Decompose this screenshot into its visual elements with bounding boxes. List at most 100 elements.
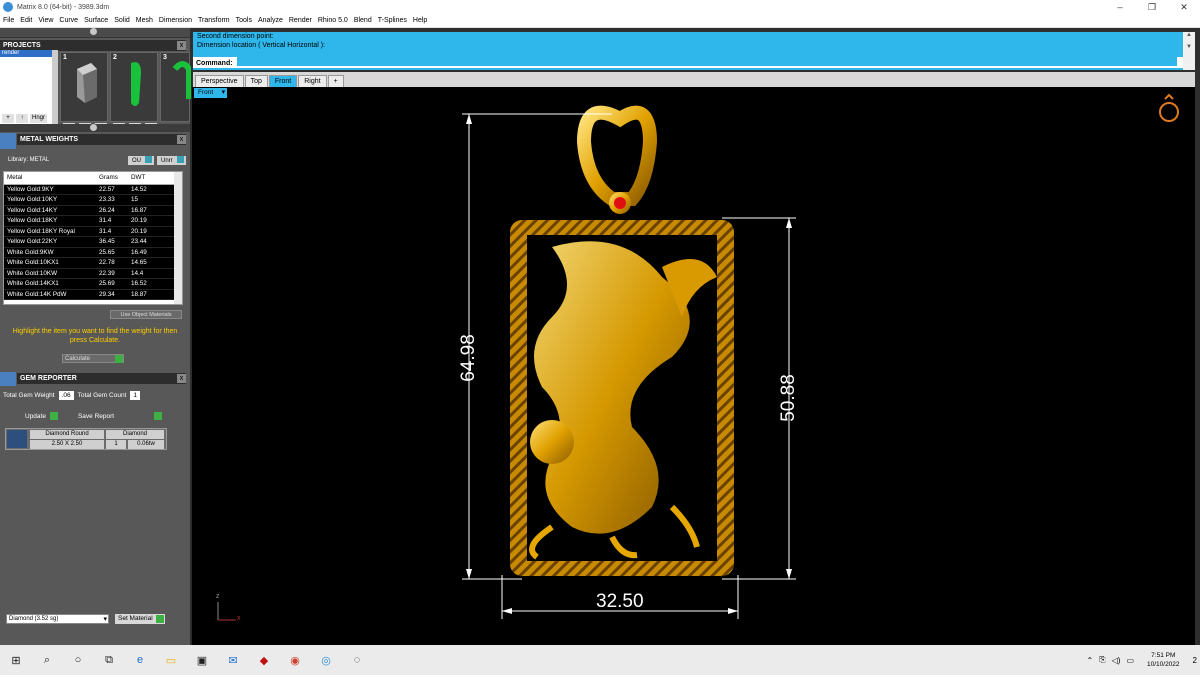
collapse-knob[interactable] <box>90 28 97 35</box>
ou-button[interactable]: OU <box>128 156 154 165</box>
menu-view[interactable]: View <box>38 17 53 24</box>
project-list-scrollbar[interactable] <box>52 50 58 132</box>
calculate-button[interactable]: Calculate <box>62 354 124 363</box>
divider-knob[interactable] <box>90 124 97 131</box>
table-row[interactable]: Yellow Gold:9KY 22.57 14.52 <box>4 184 176 195</box>
network-icon[interactable]: ⎘ <box>1099 655 1105 665</box>
thumb-number: 1 <box>63 54 67 61</box>
metal-table-scrollbar[interactable] <box>174 172 182 304</box>
cell-dwt: 16.49 <box>128 247 176 258</box>
table-row[interactable]: White Gold:9KW 25.65 16.49 <box>4 247 176 258</box>
notification-icon[interactable]: 2 <box>1193 656 1197 665</box>
play-icon <box>154 412 163 420</box>
command-label: Command: <box>196 60 233 67</box>
up-project-button[interactable]: ↑ <box>16 114 28 123</box>
volume-icon[interactable]: ◁) <box>1112 656 1121 665</box>
use-object-materials-button[interactable]: Use Object Materials <box>110 310 182 319</box>
maximize-button[interactable]: ❐ <box>1136 0 1168 14</box>
cell-metal: Yellow Gold:22KY <box>4 236 96 248</box>
table-row[interactable]: Yellow Gold:22KY 36.45 23.44 <box>4 236 176 248</box>
table-row[interactable]: White Gold:14K PdW 29.34 18.87 <box>4 289 176 300</box>
gem-weight: 0.06tw <box>128 440 164 449</box>
chrome-icon[interactable]: ◉ <box>287 652 303 668</box>
menu-mesh[interactable]: Mesh <box>136 17 153 24</box>
task-view-icon[interactable]: ⧉ <box>101 652 117 668</box>
table-row[interactable]: White Gold:14KX1 25.69 16.52 <box>4 278 176 290</box>
tab-add[interactable]: + <box>327 75 344 87</box>
tab-front[interactable]: Front <box>268 75 298 87</box>
menu-help[interactable]: Help <box>413 17 427 24</box>
table-row[interactable]: Yellow Gold:14KY 26.24 16.87 <box>4 205 176 216</box>
store-icon[interactable]: ▣ <box>194 652 210 668</box>
set-material-label: Set Material <box>118 615 153 622</box>
clock[interactable]: 7:51 PM 10/10/2022 <box>1147 651 1180 669</box>
material-select[interactable]: Diamond (3.52 sg) <box>6 614 109 624</box>
menu-blend[interactable]: Blend <box>354 17 372 24</box>
tray-chevron-icon[interactable]: ⌃ <box>1087 656 1094 665</box>
bail <box>576 105 658 206</box>
metal-table[interactable]: Metal Grams DWT Yellow Gold:9KY 22.57 14.5… <box>3 171 183 305</box>
front-viewport[interactable]: Front ▾ 64.98 50.88 32.50 z x <box>192 87 1195 645</box>
cell-grams: 25.65 <box>96 247 128 258</box>
file-explorer-icon[interactable]: ▭ <box>163 652 179 668</box>
mail-icon[interactable]: ✉ <box>225 652 241 668</box>
col-grams[interactable]: Grams <box>96 172 128 185</box>
thumb-1[interactable]: 1 ●⊞✕ <box>60 52 108 132</box>
menu-curve[interactable]: Curve <box>59 17 78 24</box>
table-row[interactable]: Yellow Gold:18KY 31.4 20.19 <box>4 215 176 227</box>
menu-transform[interactable]: Transform <box>198 17 230 24</box>
edge-icon[interactable]: e <box>132 652 148 668</box>
dim-width: 32.50 <box>596 591 644 612</box>
cortana-icon[interactable]: ○ <box>70 652 86 668</box>
taskbar: ⊞ ⌕ ○ ⧉ e ▭ ▣ ✉ ◆ ◉ ◎ ◌ ⌃ ⎘ ◁) ▭ 7:51 PM… <box>0 645 1200 675</box>
windows-start-icon[interactable]: ⊞ <box>8 652 24 668</box>
menu-surface[interactable]: Surface <box>84 17 108 24</box>
menu-solid[interactable]: Solid <box>114 17 130 24</box>
table-row[interactable]: Yellow Gold:18KY Royal 31.4 20.19 <box>4 226 176 237</box>
gem-reporter-close-icon[interactable]: x <box>177 374 186 383</box>
metal-weights-header: METAL WEIGHTS x <box>17 134 186 145</box>
set-material-button[interactable]: Set Material <box>115 614 165 624</box>
table-row[interactable]: Yellow Gold:10KY 23.33 15 <box>4 194 176 206</box>
project-item[interactable]: render <box>0 50 52 57</box>
search-icon[interactable]: ⌕ <box>39 652 55 668</box>
thumb-3[interactable]: 3 <box>160 52 192 122</box>
menu-file[interactable]: File <box>3 17 14 24</box>
menu-edit[interactable]: Edit <box>20 17 32 24</box>
menu-tsplines[interactable]: T-Splines <box>378 17 407 24</box>
col-dwt[interactable]: DWT <box>128 172 176 185</box>
minimize-button[interactable]: – <box>1104 0 1136 14</box>
tab-perspective[interactable]: Perspective <box>195 75 244 87</box>
metal-weights-close-icon[interactable]: x <box>177 135 186 144</box>
command-input[interactable] <box>236 57 1177 66</box>
col-metal[interactable]: Metal <box>4 172 96 185</box>
table-row[interactable]: White Gold:10KW 22.39 14.4 <box>4 268 176 279</box>
matrix-taskbar-icon[interactable]: ◎ <box>318 652 334 668</box>
gem-table[interactable]: Diamond Round Diamond 2.50 X 2.50 1 0.06… <box>5 428 167 450</box>
cell-metal: Yellow Gold:18KY Royal <box>4 226 96 237</box>
save-report-button[interactable]: Save Report <box>78 412 163 420</box>
clock-date: 10/10/2022 <box>1147 661 1180 668</box>
menu-rhino[interactable]: Rhino 5.0 <box>318 17 348 24</box>
cell-dwt: 14.4 <box>128 268 176 279</box>
cell-grams: 26.24 <box>96 205 128 216</box>
menu-analyze[interactable]: Analyze <box>258 17 283 24</box>
keyboard-icon[interactable]: ▭ <box>1126 656 1134 665</box>
add-project-button[interactable]: + <box>2 114 14 123</box>
rhino-icon[interactable]: ◌ <box>349 652 365 668</box>
window-title: Matrix 8.0 (64-bit) - 3989.3dm <box>17 3 110 11</box>
tab-top[interactable]: Top <box>244 75 268 87</box>
tab-right[interactable]: Right <box>298 75 327 87</box>
thumb-2[interactable]: 2 ●⊞✕ <box>110 52 158 132</box>
update-button[interactable]: Update <box>25 412 58 420</box>
menu-tools[interactable]: Tools <box>236 17 252 24</box>
app-red-icon[interactable]: ◆ <box>256 652 272 668</box>
close-button[interactable]: ✕ <box>1168 0 1200 14</box>
hanger-button[interactable]: Hngr <box>30 114 48 123</box>
table-row[interactable]: White Gold:10KX1 22.78 14.65 <box>4 257 176 269</box>
command-scrollbar[interactable]: ▲ ▼ <box>1183 32 1195 70</box>
menu-dimension[interactable]: Dimension <box>159 17 192 24</box>
projects-close-icon[interactable]: x <box>177 41 186 50</box>
menu-render[interactable]: Render <box>289 17 312 24</box>
units-button[interactable]: Unrr <box>157 156 186 165</box>
